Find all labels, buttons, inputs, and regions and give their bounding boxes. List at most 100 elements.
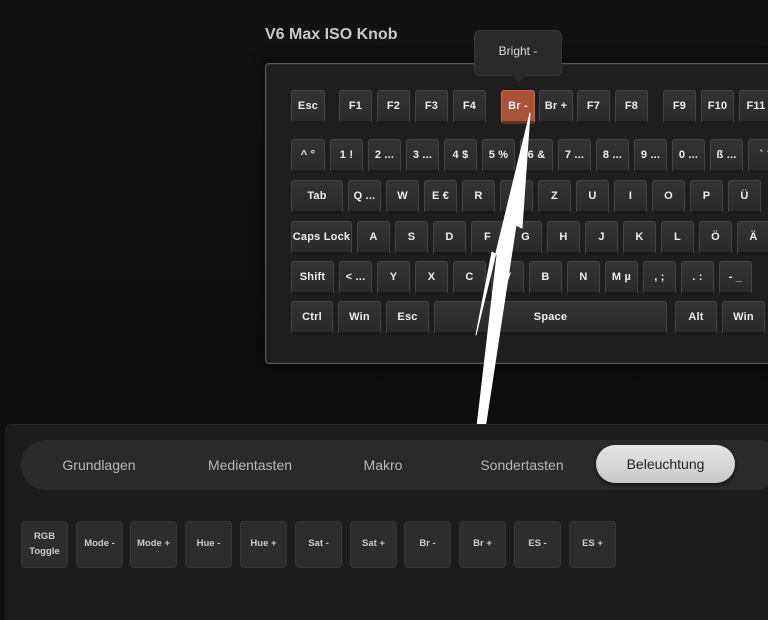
key-brightness-down[interactable]: Br -: [501, 90, 535, 124]
lighting-key-label: Sat +: [362, 538, 385, 550]
tab-medientasten[interactable]: Medientasten: [193, 440, 307, 490]
key-ae[interactable]: Ä: [737, 221, 768, 255]
lighting-key-mode-down[interactable]: Mode -: [76, 521, 123, 568]
key-b[interactable]: B: [529, 261, 562, 295]
lighting-key-label: ES +: [582, 538, 603, 550]
category-tabs: Grundlagen Medientasten Makro Sondertast…: [21, 440, 768, 490]
key-i[interactable]: I: [614, 180, 647, 214]
key-l[interactable]: L: [661, 221, 694, 255]
key-right-alt[interactable]: Alt: [675, 301, 717, 335]
key-space[interactable]: Space: [434, 301, 667, 335]
key-eszett[interactable]: ß ...: [710, 139, 743, 173]
key-tab[interactable]: Tab: [291, 180, 343, 214]
key-f11[interactable]: F11: [739, 90, 768, 124]
key-o[interactable]: O: [652, 180, 685, 214]
key-oe[interactable]: Ö: [699, 221, 732, 255]
lighting-key-sat-down[interactable]: Sat -: [295, 521, 342, 568]
tab-grundlagen[interactable]: Grundlagen: [49, 440, 149, 490]
key-esc-bottom[interactable]: Esc: [386, 301, 429, 335]
lighting-key-label: Br -: [419, 538, 436, 550]
key-z[interactable]: Z: [538, 180, 571, 214]
key-caps-lock[interactable]: Caps Lock: [291, 221, 352, 255]
key-m[interactable]: M µ: [605, 261, 638, 295]
key-d[interactable]: D: [433, 221, 466, 255]
lighting-key-hue-down[interactable]: Hue -: [185, 521, 232, 568]
key-9[interactable]: 9 ...: [634, 139, 667, 173]
lighting-key-label: Mode -: [84, 538, 115, 550]
lighting-key-label: Mode +: [137, 538, 170, 550]
keyboard-layout: Esc F1 F2 F3 F4 Br - Br + F7 F8 F9 F10 F…: [265, 63, 768, 364]
key-v[interactable]: V: [491, 261, 524, 295]
key-angle-bracket[interactable]: < ...: [339, 261, 372, 295]
key-f4[interactable]: F4: [453, 90, 486, 124]
key-u[interactable]: U: [576, 180, 609, 214]
lighting-key-brightness-down[interactable]: Br -: [404, 521, 451, 568]
key-ue[interactable]: Ü: [728, 180, 761, 214]
key-esc[interactable]: Esc: [291, 90, 325, 124]
key-right-win[interactable]: Win: [722, 301, 765, 335]
key-f2[interactable]: F2: [377, 90, 410, 124]
lighting-key-hue-up[interactable]: Hue +: [240, 521, 287, 568]
tab-makro[interactable]: Makro: [349, 440, 417, 490]
key-5[interactable]: 5 %: [482, 139, 515, 173]
tab-beleuchtung[interactable]: Beleuchtung: [596, 445, 735, 483]
lighting-key-label: RGB: [33, 531, 56, 543]
lighting-key-brightness-up[interactable]: Br +: [459, 521, 506, 568]
key-x[interactable]: X: [415, 261, 448, 295]
key-2[interactable]: 2 ...: [368, 139, 401, 173]
lighting-key-label: ES -: [528, 538, 547, 550]
lighting-key-sat-up[interactable]: Sat +: [350, 521, 397, 568]
key-f10[interactable]: F10: [701, 90, 734, 124]
key-a[interactable]: A: [357, 221, 390, 255]
lighting-key-mode-up[interactable]: Mode +: [130, 521, 177, 568]
lighting-key-label: Br +: [473, 538, 492, 550]
key-c[interactable]: C: [453, 261, 486, 295]
tooltip-arrow: [512, 75, 526, 82]
key-comma[interactable]: , ;: [643, 261, 676, 295]
key-6[interactable]: 6 &: [520, 139, 553, 173]
key-tooltip: Bright -: [474, 30, 562, 76]
key-caret[interactable]: ^ °: [291, 139, 325, 173]
lighting-key-effect-speed-down[interactable]: ES -: [514, 521, 561, 568]
key-p[interactable]: P: [690, 180, 723, 214]
key-1[interactable]: 1 !: [330, 139, 363, 173]
key-left-ctrl[interactable]: Ctrl: [291, 301, 333, 335]
key-brightness-up[interactable]: Br +: [539, 90, 573, 124]
key-0[interactable]: 0 ...: [672, 139, 705, 173]
key-minus[interactable]: - _: [719, 261, 752, 295]
key-period[interactable]: . :: [681, 261, 714, 295]
key-n[interactable]: N: [567, 261, 600, 295]
key-j[interactable]: J: [585, 221, 618, 255]
key-8[interactable]: 8 ...: [596, 139, 629, 173]
key-h[interactable]: H: [547, 221, 580, 255]
lighting-key-label: Hue +: [250, 538, 277, 550]
key-4[interactable]: 4 $: [444, 139, 477, 173]
keyboard-title: V6 Max ISO Knob: [265, 26, 398, 43]
key-7[interactable]: 7 ...: [558, 139, 591, 173]
key-w[interactable]: W: [386, 180, 419, 214]
key-f1[interactable]: F1: [339, 90, 372, 124]
key-left-shift[interactable]: Shift: [291, 261, 334, 295]
key-f3[interactable]: F3: [415, 90, 448, 124]
key-f7[interactable]: F7: [577, 90, 610, 124]
key-acute[interactable]: ` ´: [748, 139, 768, 173]
lighting-key-label-line2: Toggle: [29, 545, 60, 557]
key-e[interactable]: E €: [424, 180, 457, 214]
lighting-key-rgb-toggle[interactable]: RGB Toggle: [21, 521, 68, 568]
key-f9[interactable]: F9: [663, 90, 696, 124]
key-f[interactable]: F: [471, 221, 504, 255]
key-s[interactable]: S: [395, 221, 428, 255]
key-f8[interactable]: F8: [615, 90, 648, 124]
lighting-key-label: Hue -: [196, 538, 221, 550]
key-y[interactable]: Y: [377, 261, 410, 295]
key-q[interactable]: Q ...: [348, 180, 381, 214]
tab-sondertasten[interactable]: Sondertasten: [467, 440, 577, 490]
key-r[interactable]: R: [462, 180, 495, 214]
key-k[interactable]: K: [623, 221, 656, 255]
key-left-win[interactable]: Win: [338, 301, 381, 335]
key-3[interactable]: 3 ...: [406, 139, 439, 173]
lighting-key-label: Sat -: [308, 538, 329, 550]
key-g[interactable]: G: [509, 221, 542, 255]
key-t[interactable]: T: [500, 180, 533, 214]
lighting-key-effect-speed-up[interactable]: ES +: [569, 521, 616, 568]
